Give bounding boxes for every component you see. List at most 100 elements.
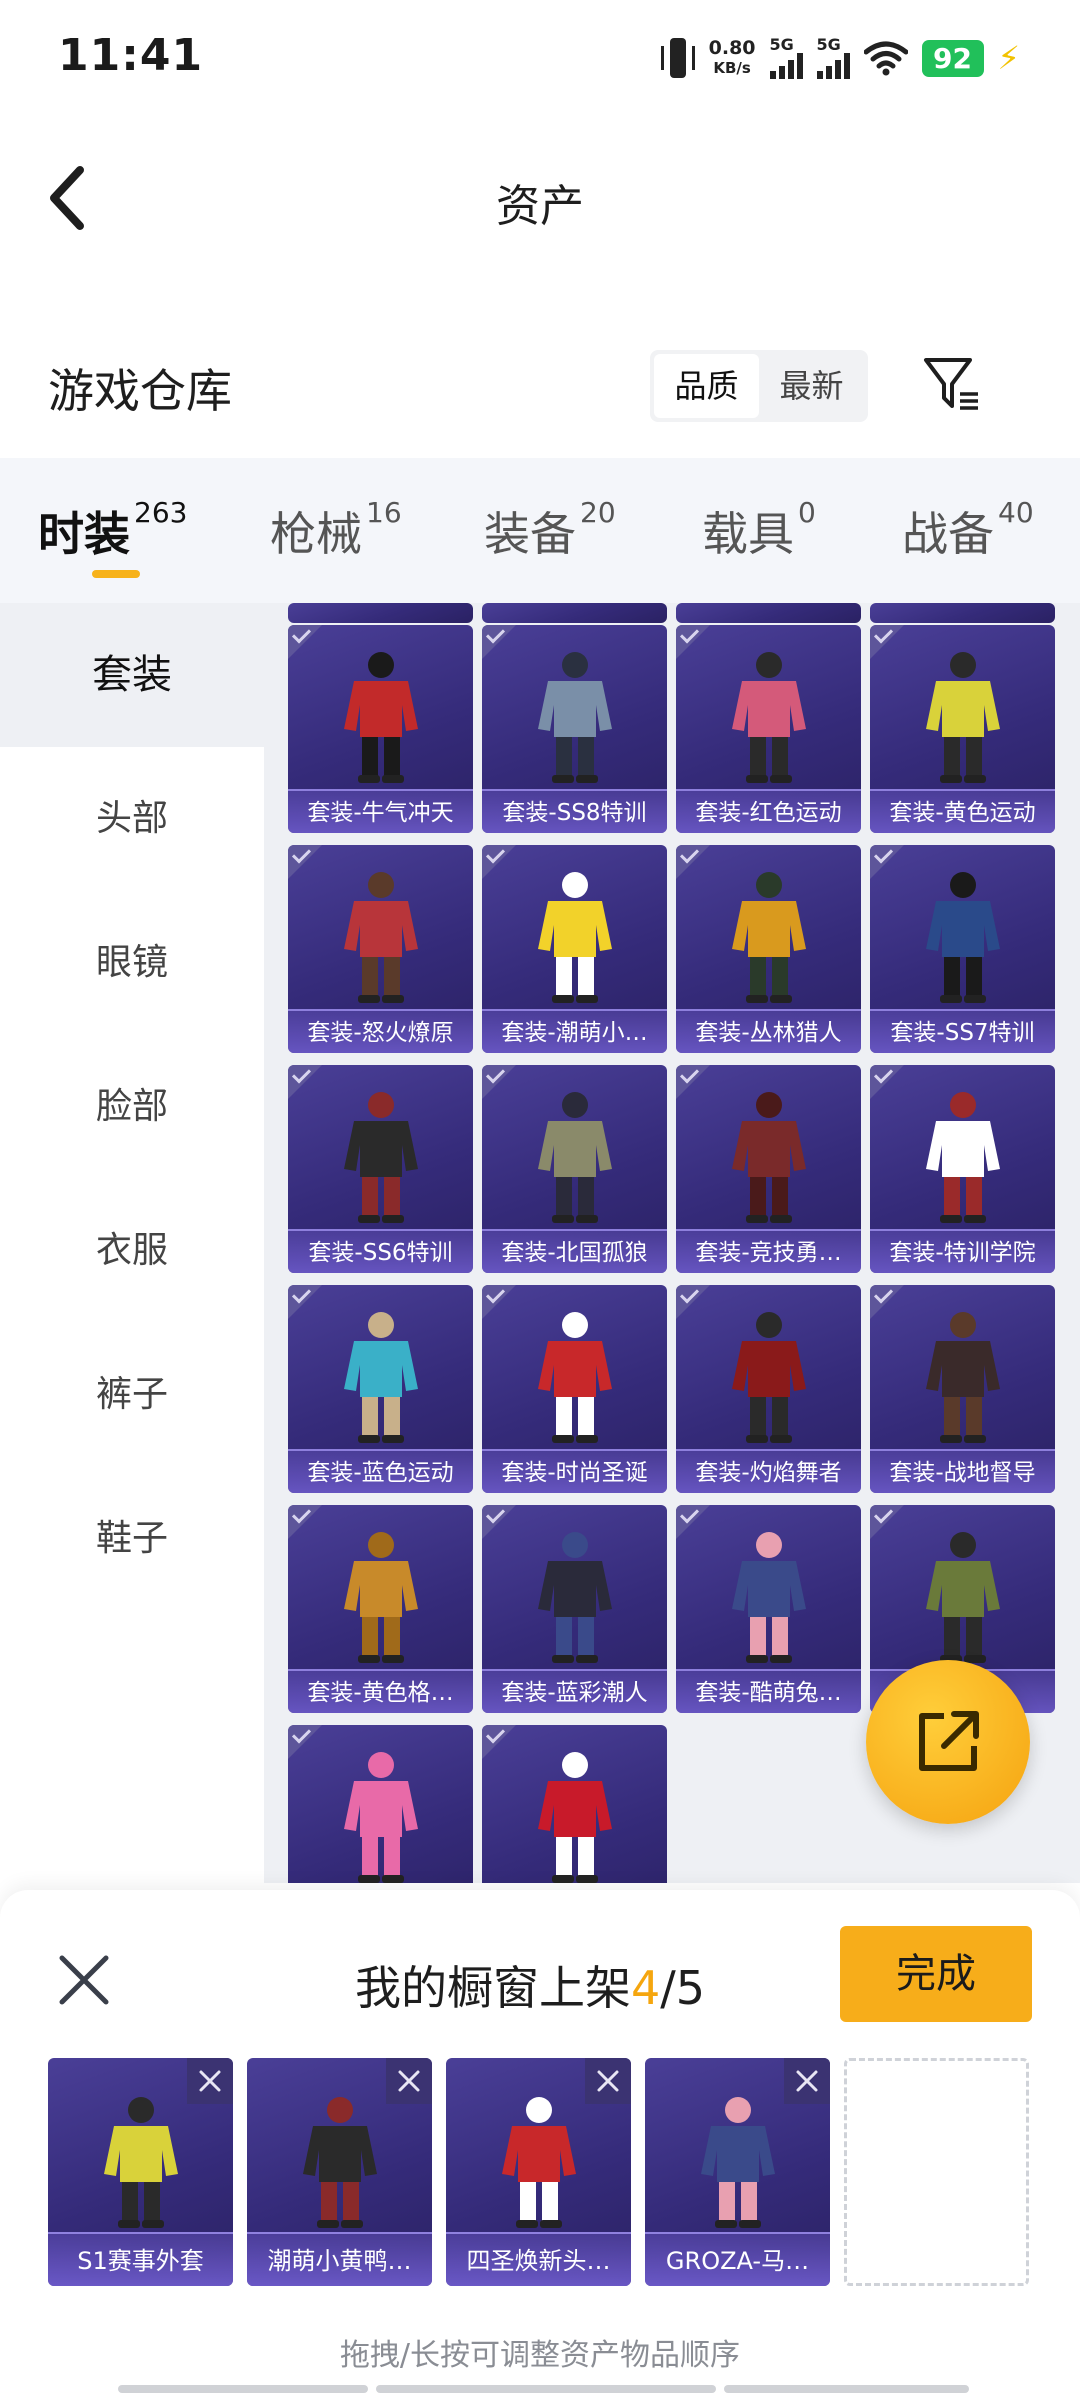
sidebar-item-clothes[interactable]: 衣服 <box>0 1179 264 1323</box>
item-label: 套装-SS8特训 <box>482 789 667 833</box>
sort-option-quality[interactable]: 品质 <box>654 354 759 418</box>
slot-label: 潮萌小黄鸭… <box>247 2232 432 2286</box>
outfit-image <box>731 1312 806 1443</box>
outfit-image <box>343 872 418 1003</box>
item-card[interactable]: 套装-SS6特训 <box>288 1065 473 1273</box>
signal-icon: 5G <box>816 35 850 79</box>
wifi-icon <box>863 41 908 76</box>
tab-guns[interactable]: 枪械 16 <box>270 496 402 564</box>
item-label: 套装-黄色运动 <box>870 789 1055 833</box>
item-card[interactable] <box>288 1725 473 1883</box>
warehouse-title: 游戏仓库 <box>48 364 232 418</box>
item-card[interactable]: 套装-牛气冲天 <box>288 625 473 833</box>
item-card[interactable]: 套装-丛林猎人 <box>676 845 861 1053</box>
item-card[interactable]: 套装-潮萌小… <box>482 845 667 1053</box>
tab-count: 263 <box>134 496 188 529</box>
item-card[interactable]: 套装-战地督导 <box>870 1285 1055 1493</box>
sidebar-item-sets[interactable]: 套装 <box>0 603 264 747</box>
item-card[interactable]: 套装-特训学院 <box>870 1065 1055 1273</box>
item-label: 套装-特训学院 <box>870 1229 1055 1273</box>
showcase-slot[interactable]: S1赛事外套 <box>48 2058 233 2286</box>
item-label: 套装-SS7特训 <box>870 1009 1055 1053</box>
item-label: 套装-灼焰舞者 <box>676 1449 861 1493</box>
item-label: 套装-时尚圣诞 <box>482 1449 667 1493</box>
status-time: 11:41 <box>58 30 204 81</box>
tab-label: 战备 <box>902 507 994 561</box>
outfit-image <box>731 1092 806 1223</box>
outfit-image <box>302 2097 377 2228</box>
item-label: 套装-丛林猎人 <box>676 1009 861 1053</box>
tab-fashion[interactable]: 时装 263 <box>38 496 188 564</box>
item-card[interactable] <box>870 603 1055 623</box>
outfit-image <box>537 1752 612 1883</box>
item-card[interactable] <box>482 1725 667 1883</box>
signal-label: 5G <box>816 35 841 54</box>
showcase-sheet: 我的橱窗上架4/5 完成 S1赛事外套 潮萌小黄鸭… 四圣焕新头… GROZA-马… … <box>0 1890 1080 2400</box>
tab-equipment[interactable]: 装备 20 <box>484 496 616 564</box>
item-label: 套装-竞技勇… <box>676 1229 861 1273</box>
item-card[interactable]: 套装-红色运动 <box>676 625 861 833</box>
tab-supplies[interactable]: 战备 40 <box>902 496 1034 564</box>
item-card[interactable]: 套装-蓝色运动 <box>288 1285 473 1493</box>
showcase-slot[interactable]: 四圣焕新头… <box>446 2058 631 2286</box>
outfit-image <box>501 2097 576 2228</box>
category-tabs: 时装 263 枪械 16 装备 20 载具 0 战备 40 <box>0 458 1080 603</box>
item-card[interactable] <box>482 603 667 623</box>
showcase-count: 4 <box>631 1961 661 2015</box>
sidebar-item-pants[interactable]: 裤子 <box>0 1323 264 1467</box>
sidebar-item-shoes[interactable]: 鞋子 <box>0 1467 264 1611</box>
outfit-image <box>925 872 1000 1003</box>
showcase-max: 5 <box>675 1961 706 2015</box>
item-card[interactable]: 套装-怒火燎原 <box>288 845 473 1053</box>
sidebar-item-face[interactable]: 脸部 <box>0 1035 264 1179</box>
outfit-image <box>700 2097 775 2228</box>
item-card[interactable] <box>676 603 861 623</box>
outfit-image <box>537 1092 612 1223</box>
tab-vehicles[interactable]: 载具 0 <box>702 496 816 564</box>
item-card[interactable]: 套装-酷萌兔… <box>676 1505 861 1713</box>
item-card[interactable]: 套装-SS8特训 <box>482 625 667 833</box>
item-card[interactable]: 套装-竞技勇… <box>676 1065 861 1273</box>
signal-icon: 5G <box>769 35 803 79</box>
filter-icon[interactable] <box>920 352 984 416</box>
done-button[interactable]: 完成 <box>840 1926 1032 2022</box>
item-card[interactable]: 套装-黄色运动 <box>870 625 1055 833</box>
showcase-title-text: 我的橱窗上架 <box>355 1961 631 2015</box>
tab-active-indicator <box>92 570 140 578</box>
item-card[interactable] <box>288 603 473 623</box>
signal-label: 5G <box>769 35 794 54</box>
tab-label: 枪械 <box>270 507 362 561</box>
tab-count: 0 <box>798 496 816 529</box>
vibrate-icon <box>660 36 695 80</box>
tab-count: 16 <box>366 496 402 529</box>
tab-label: 装备 <box>484 507 576 561</box>
item-card[interactable]: 套装-蓝彩潮人 <box>482 1505 667 1713</box>
page-title: 资产 <box>496 181 584 232</box>
battery-indicator: 92 <box>921 39 984 77</box>
item-label: 套装-牛气冲天 <box>288 789 473 833</box>
sort-option-newest[interactable]: 最新 <box>759 354 864 418</box>
outfit-image <box>343 1312 418 1443</box>
sidebar-item-glasses[interactable]: 眼镜 <box>0 891 264 1035</box>
item-card[interactable]: 套装-北国孤狼 <box>482 1065 667 1273</box>
item-card[interactable]: 套装-黄色格… <box>288 1505 473 1713</box>
slot-label: S1赛事外套 <box>48 2232 233 2286</box>
item-label: 套装-战地督导 <box>870 1449 1055 1493</box>
slot-label: 四圣焕新头… <box>446 2232 631 2286</box>
item-card[interactable]: 套装-时尚圣诞 <box>482 1285 667 1493</box>
tab-label: 时装 <box>38 507 130 561</box>
showcase-slot[interactable]: 潮萌小黄鸭… <box>247 2058 432 2286</box>
item-label: 套装-蓝色运动 <box>288 1449 473 1493</box>
showcase-slot-empty[interactable] <box>844 2058 1029 2286</box>
item-card[interactable]: 套装-SS7特训 <box>870 845 1055 1053</box>
network-speed-unit: KB/s <box>713 59 751 77</box>
status-icons: 0.80 KB/s 5G 5G 92 ⚡ <box>660 30 1020 86</box>
item-card[interactable]: 套装-灼焰舞者 <box>676 1285 861 1493</box>
share-fab[interactable] <box>866 1660 1030 1824</box>
slot-label: GROZA-马… <box>645 2232 830 2286</box>
sidebar-item-head[interactable]: 头部 <box>0 747 264 891</box>
showcase-slot[interactable]: GROZA-马… <box>645 2058 830 2286</box>
item-label: 套装-酷萌兔… <box>676 1669 861 1713</box>
outfit-image <box>537 872 612 1003</box>
close-icon[interactable] <box>52 1948 116 2012</box>
